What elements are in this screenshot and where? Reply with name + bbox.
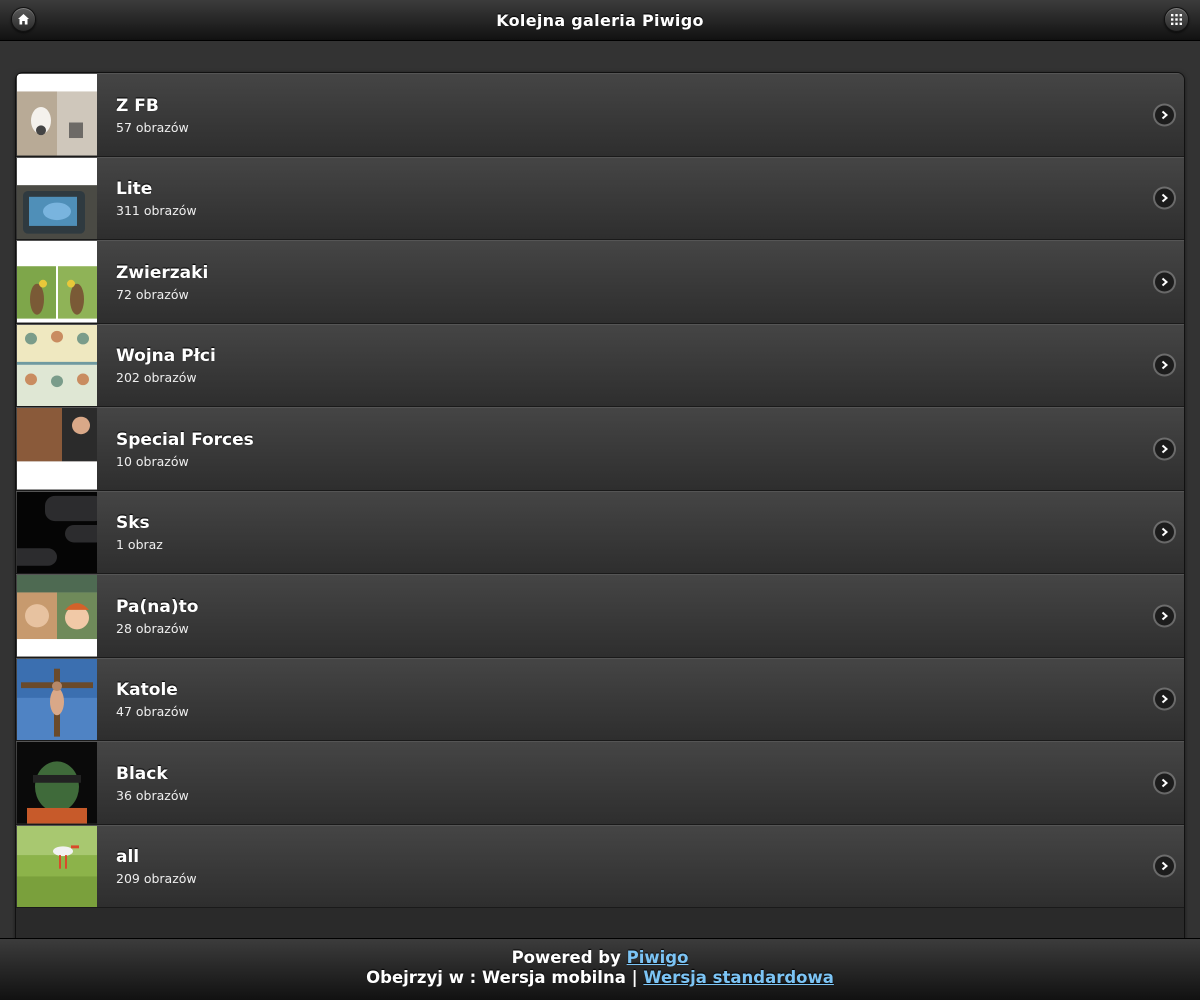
album-count: 28 obrazów — [116, 620, 189, 636]
grid-icon — [1171, 14, 1182, 25]
album-count: 10 obrazów — [116, 453, 189, 469]
album-name: Special Forces — [116, 429, 254, 450]
album-name: Katole — [116, 680, 178, 701]
chevron-right-icon — [1155, 355, 1174, 375]
view-mode-line: Obejrzyj w : Wersja mobilna | Wersja sta… — [0, 968, 1200, 988]
powered-by-text: Powered by — [511, 948, 621, 967]
chevron-right-icon — [1155, 105, 1174, 125]
footer: Powered by Piwigo Obejrzyj w : Wersja mo… — [0, 938, 1200, 1000]
album-count: 72 obrazów — [116, 286, 189, 302]
album-text: Wojna Płci 202 obrazów — [116, 345, 216, 385]
album-name: Sks — [116, 513, 150, 534]
album-item-zwierzaki[interactable]: Zwierzaki 72 obrazów — [16, 240, 1184, 324]
album-text: Pa(na)to 28 obrazów — [116, 596, 198, 636]
album-item-wojna-plci[interactable]: Wojna Płci 202 obrazów — [16, 323, 1184, 407]
album-text: Special Forces 10 obrazów — [116, 429, 254, 469]
album-item-lite[interactable]: Lite 311 obrazów — [16, 156, 1184, 240]
album-thumbnail — [17, 157, 97, 239]
standard-version-link[interactable]: Wersja standardowa — [643, 968, 834, 987]
album-thumbnail — [17, 241, 97, 323]
album-text: Black 36 obrazów — [116, 763, 189, 803]
album-count: 57 obrazów — [116, 119, 189, 135]
page-title: Kolejna galeria Piwigo — [496, 10, 704, 30]
album-thumbnail — [17, 742, 97, 824]
home-button[interactable] — [11, 7, 36, 32]
powered-by-line: Powered by Piwigo — [0, 948, 1200, 968]
album-text: Zwierzaki 72 obrazów — [116, 262, 208, 302]
album-item-panato[interactable]: Pa(na)to 28 obrazów — [16, 574, 1184, 658]
album-item-katole[interactable]: Katole 47 obrazów — [16, 657, 1184, 741]
chevron-right-icon — [1155, 856, 1174, 876]
album-count: 36 obrazów — [116, 787, 189, 803]
chevron-right-icon — [1155, 188, 1174, 208]
album-thumbnail — [17, 575, 97, 657]
album-name: Wojna Płci — [116, 346, 216, 367]
album-name: Black — [116, 763, 168, 784]
chevron-right-icon — [1155, 439, 1174, 459]
view-mode-text: Obejrzyj w : Wersja mobilna | — [366, 968, 638, 987]
album-thumbnail — [17, 74, 97, 156]
album-item-z-fb[interactable]: Z FB 57 obrazów — [16, 73, 1184, 157]
album-text: Sks 1 obraz — [116, 512, 163, 552]
album-count: 202 obrazów — [116, 370, 197, 386]
home-icon — [18, 14, 29, 25]
chevron-right-icon — [1155, 773, 1174, 793]
album-count: 47 obrazów — [116, 704, 189, 720]
header-bar: Kolejna galeria Piwigo — [0, 0, 1200, 41]
main-content: Z FB 57 obrazów Lite 311 obrazów Zwierza… — [0, 41, 1200, 948]
chevron-right-icon — [1155, 606, 1174, 626]
album-list: Z FB 57 obrazów Lite 311 obrazów Zwierza… — [15, 72, 1185, 948]
album-name: Z FB — [116, 95, 159, 116]
album-thumbnail — [17, 825, 97, 907]
album-text: Lite 311 obrazów — [116, 178, 197, 218]
album-text: Katole 47 obrazów — [116, 679, 189, 719]
chevron-right-icon — [1155, 522, 1174, 542]
piwigo-link[interactable]: Piwigo — [627, 948, 689, 967]
album-item-special-forces[interactable]: Special Forces 10 obrazów — [16, 407, 1184, 491]
album-text: all 209 obrazów — [116, 846, 197, 886]
album-name: all — [116, 847, 140, 868]
chevron-right-icon — [1155, 689, 1174, 709]
album-name: Zwierzaki — [116, 262, 209, 283]
album-count: 1 obraz — [116, 537, 163, 553]
album-item-sks[interactable]: Sks 1 obraz — [16, 490, 1184, 574]
album-name: Lite — [116, 179, 153, 200]
album-text: Z FB 57 obrazów — [116, 95, 189, 135]
album-count: 209 obrazów — [116, 871, 197, 887]
album-thumbnail — [17, 408, 97, 490]
album-item-all[interactable]: all 209 obrazów — [16, 824, 1184, 908]
album-name: Pa(na)to — [116, 596, 199, 617]
album-item-black[interactable]: Black 36 obrazów — [16, 741, 1184, 825]
album-thumbnail — [17, 324, 97, 406]
album-thumbnail — [17, 491, 97, 573]
menu-button[interactable] — [1164, 7, 1189, 32]
album-thumbnail — [17, 658, 97, 740]
chevron-right-icon — [1155, 272, 1174, 292]
album-count: 311 obrazów — [116, 203, 197, 219]
